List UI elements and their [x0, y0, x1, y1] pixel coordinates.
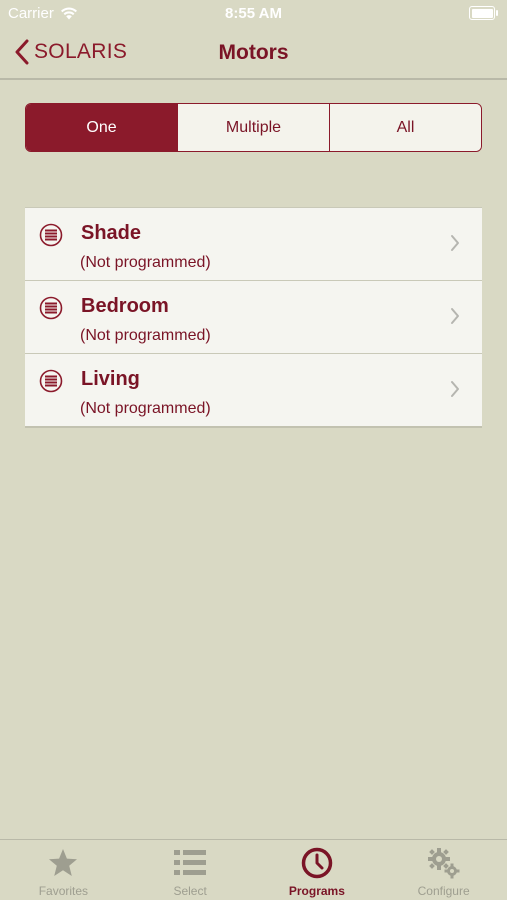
battery-icon: [469, 6, 498, 20]
chevron-right-icon: [450, 234, 460, 257]
motor-name: Living: [81, 368, 140, 390]
chevron-right-icon: [450, 380, 460, 403]
motor-row[interactable]: Living (Not programmed): [25, 353, 482, 426]
segment-all[interactable]: All: [329, 104, 481, 151]
motor-name: Shade: [81, 222, 142, 244]
tab-label: Configure: [417, 884, 470, 898]
tab-label: Favorites: [38, 884, 89, 898]
motor-name: Bedroom: [81, 295, 169, 317]
shade-icon: [39, 296, 63, 325]
motor-row[interactable]: Bedroom (Not programmed): [25, 280, 482, 353]
shade-icon: [39, 369, 63, 398]
tab-select[interactable]: Select: [127, 840, 254, 900]
status-bar: Carrier 8:55 AM: [0, 0, 507, 28]
motor-list: Shade (Not programmed) Bedroom (Not prog…: [25, 207, 482, 428]
motor-status: (Not programmed): [80, 400, 211, 417]
tab-bar: Favorites Select Programs Configure: [0, 839, 507, 900]
page-title: Motors: [218, 41, 289, 64]
navigation-bar: SOLARIS Motors: [0, 28, 507, 80]
battery-fill: [471, 8, 493, 18]
tab-label: Select: [173, 884, 207, 898]
chevron-right-icon: [450, 307, 460, 330]
tab-favorites[interactable]: Favorites: [0, 840, 127, 900]
status-time: 8:55 AM: [225, 5, 282, 22]
motor-status: (Not programmed): [80, 327, 211, 344]
selection-mode-segmented-control: One Multiple All: [25, 103, 482, 152]
segment-one[interactable]: One: [26, 104, 177, 151]
clock-icon: [301, 847, 333, 884]
tab-programs[interactable]: Programs: [254, 840, 381, 900]
tab-label: Programs: [288, 884, 345, 898]
gears-icon: [427, 847, 461, 884]
tab-configure[interactable]: Configure: [380, 840, 507, 900]
segment-multiple[interactable]: Multiple: [177, 104, 329, 151]
motor-row[interactable]: Shade (Not programmed): [25, 208, 482, 280]
list-icon: [174, 847, 207, 884]
star-icon: [47, 847, 79, 884]
motor-status: (Not programmed): [80, 254, 211, 271]
shade-icon: [39, 223, 63, 252]
